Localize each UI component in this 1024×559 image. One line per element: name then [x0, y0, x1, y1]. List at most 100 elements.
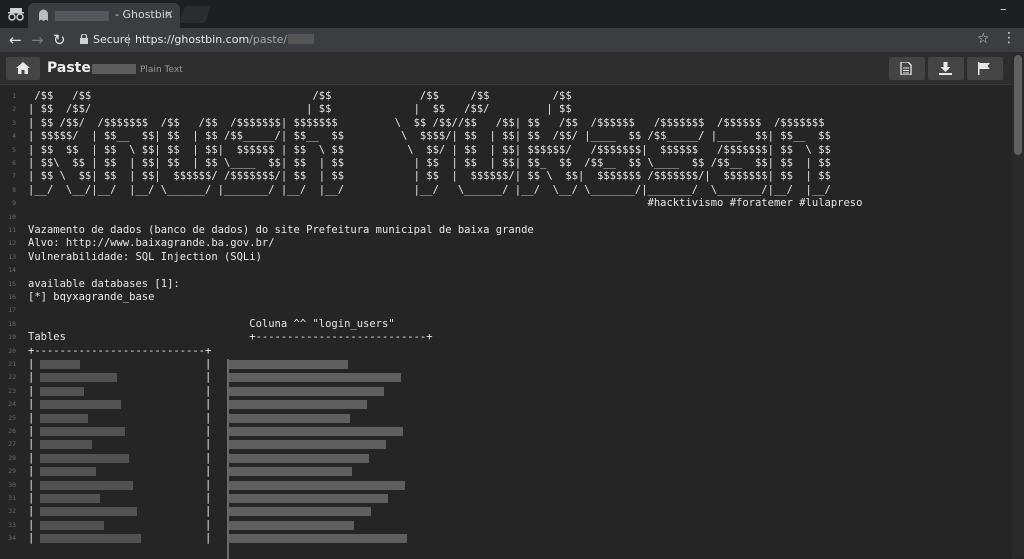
scrollbar[interactable] [1012, 52, 1024, 558]
code-line: 16 [*] bqyxagrande_base [0, 291, 1012, 304]
code-line: 34 | | [0, 532, 1012, 545]
browser-tab[interactable]: - Ghostbin × [28, 3, 180, 28]
redacted-login-row [228, 453, 369, 463]
download-icon [939, 62, 952, 75]
right-table-border [227, 359, 229, 559]
line-number: 22 [8, 373, 16, 382]
code-line: 27 | | [0, 438, 1012, 451]
redacted-login-row [228, 386, 384, 396]
code-line: 29 | | [0, 465, 1012, 478]
flag-icon [978, 62, 990, 75]
new-tab-button[interactable] [179, 6, 211, 23]
raw-view-button[interactable] [889, 57, 925, 80]
line-number: 23 [8, 386, 16, 395]
code-line: 19 Tables +---------------------------+ [0, 331, 1012, 344]
line-number: 29 [8, 467, 16, 476]
code-line: 30 | | [0, 479, 1012, 492]
line-content: Vulnerabilidade: SQL Injection (SQLi) [28, 250, 262, 263]
reload-icon[interactable]: ↻ [53, 30, 66, 50]
menu-kebab-icon[interactable]: ⋮ [1002, 30, 1016, 46]
code-line: 12 Alvo: http://www.baixagrande.ba.gov.br… [0, 237, 1012, 250]
code-line: 25 | | [0, 412, 1012, 425]
redacted-login-row [228, 520, 354, 530]
redacted-table-name [40, 467, 96, 477]
redacted-login-row [228, 480, 405, 490]
line-number: 5 [12, 145, 16, 154]
code-line: 23 | | [0, 385, 1012, 398]
line-content: #hacktivismo #foratemer #lulapreso [28, 197, 863, 210]
omnibox-divider [128, 34, 129, 46]
line-number: 25 [8, 413, 16, 422]
code-line: 32 | | [0, 505, 1012, 518]
code-line: 22 | | [0, 371, 1012, 384]
code-line: 1 /$$ /$$ /$$ /$$ /$$ /$$ [0, 90, 1012, 103]
redacted-tab-text [55, 11, 109, 21]
tab-close-icon[interactable]: × [164, 7, 174, 21]
code-line: 31 | | [0, 492, 1012, 505]
redacted-login-row [228, 427, 403, 436]
line-number: 17 [8, 306, 16, 315]
code-line: 26 | | [0, 425, 1012, 438]
code-line: 21 | | [0, 358, 1012, 371]
redacted-login-row [228, 507, 371, 517]
line-content: | $$$$$/ | $$__ $$| $$ | $$ /$$_____/| $… [28, 130, 831, 143]
redacted-login-row [228, 373, 401, 383]
redacted-login-row [228, 413, 350, 423]
home-button[interactable] [6, 57, 40, 80]
line-number: 1 [12, 92, 16, 100]
line-number: 4 [12, 132, 16, 141]
code-line: 9 #hacktivismo #foratemer #lulapreso [0, 197, 1012, 210]
address-bar[interactable]: https://ghostbin.com/paste/ [135, 33, 315, 46]
redacted-url-id [288, 34, 315, 44]
line-content: Alvo: http://www.baixagrande.ba.gov.br/ [28, 237, 275, 250]
line-number: 27 [8, 440, 16, 449]
redacted-table-name [40, 520, 104, 530]
redacted-table-name [40, 413, 88, 423]
line-number: 21 [8, 360, 16, 368]
redacted-login-row [228, 440, 386, 450]
document-icon [900, 62, 912, 75]
code-line: 11 Vazamento de dados (banco de dados) do… [0, 224, 1012, 237]
redacted-table-name [40, 480, 133, 490]
redacted-table-name [40, 400, 121, 410]
code-line: 6 | $$\ $$ | $$ | $$| $$ | $$ \____ $$| $… [0, 157, 1012, 170]
line-number: 10 [8, 212, 16, 221]
paste-language: Plain Text [140, 65, 183, 75]
code-line: 24 | | [0, 398, 1012, 411]
redacted-login-row [228, 400, 367, 410]
line-content: | $$ $$ | $$ \ $$| $$ | $$| $$$$$$ | $$ … [28, 143, 831, 156]
line-number: 9 [12, 199, 16, 208]
url-base: https://ghostbin.com [135, 33, 250, 46]
home-icon [16, 62, 30, 74]
scrollbar-thumb[interactable] [1014, 55, 1022, 155]
incognito-icon [8, 8, 24, 21]
forward-icon[interactable]: → [31, 30, 44, 50]
line-number: 8 [12, 185, 16, 194]
code-line: 4 | $$$$$/ | $$__ $$| $$ | $$ /$$_____/| … [0, 130, 1012, 143]
code-line: 13 Vulnerabilidade: SQL Injection (SQLi) [0, 251, 1012, 264]
browser-toolbar: ← → ↻ Secure https://ghostbin.com/paste/… [0, 28, 1024, 52]
redacted-table-name [40, 494, 100, 503]
redacted-table-name [40, 440, 92, 450]
back-icon[interactable]: ← [9, 30, 22, 50]
line-content: Tables +---------------------------+ [28, 331, 433, 344]
tab-strip: - Ghostbin × – [0, 0, 1024, 28]
bookmark-star-icon[interactable]: ☆ [977, 31, 990, 47]
line-number: 7 [12, 172, 16, 181]
code-line: 14 [0, 264, 1012, 277]
redacted-paste-id [92, 64, 136, 74]
line-number: 30 [8, 480, 16, 489]
line-content: | $$ \ $$| $$ | $$| $$$$$$/ /$$$$$$$/| $… [28, 170, 831, 183]
line-content: | $$ /$$/ | $$ | $$ /$$/ | $$ [28, 103, 572, 116]
line-number: 16 [8, 293, 16, 301]
line-content: Coluna ^^ "login_users" [28, 317, 395, 330]
line-number: 20 [8, 346, 16, 355]
secure-label: Secure [93, 33, 131, 46]
line-number: 13 [8, 252, 16, 261]
minimize-icon[interactable]: – [1000, 2, 1007, 17]
download-button[interactable] [928, 57, 964, 80]
line-number: 24 [8, 400, 16, 409]
redacted-login-row [228, 360, 348, 369]
code-line: 17 [0, 304, 1012, 317]
report-button[interactable] [967, 57, 1003, 80]
